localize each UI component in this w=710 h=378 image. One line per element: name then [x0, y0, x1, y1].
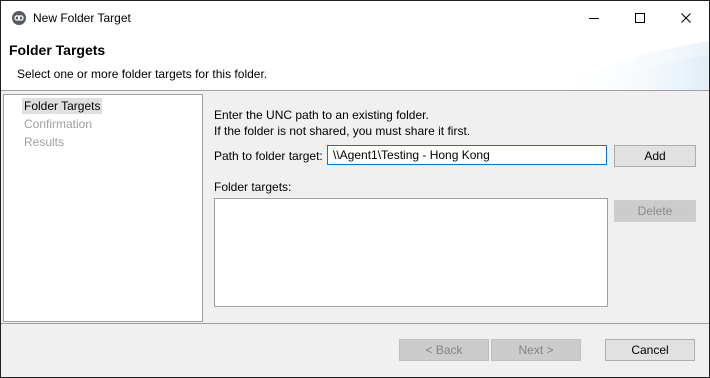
- back-button[interactable]: < Back: [399, 339, 489, 361]
- folder-targets-list[interactable]: [214, 198, 608, 307]
- wizard-steps-nav: Folder Targets Confirmation Results: [3, 94, 203, 322]
- maximize-button[interactable]: [617, 1, 663, 35]
- instruction-line-2: If the folder is not shared, you must sh…: [214, 124, 471, 138]
- window-title: New Folder Target: [33, 11, 131, 25]
- folder-targets-label: Folder targets:: [214, 180, 292, 194]
- wizard-content: Enter the UNC path to an existing folder…: [204, 91, 709, 323]
- nav-item-confirmation: Confirmation: [24, 117, 93, 131]
- dialog-window: New Folder Target Folder Targets Select …: [0, 0, 710, 378]
- banner-decoration: [549, 41, 709, 90]
- nav-item-folder-targets[interactable]: Folder Targets: [22, 98, 103, 114]
- minimize-button[interactable]: [571, 1, 617, 35]
- next-button[interactable]: Next >: [491, 339, 581, 361]
- cancel-button[interactable]: Cancel: [605, 339, 695, 361]
- page-title: Folder Targets: [9, 42, 106, 58]
- path-label: Path to folder target:: [214, 149, 323, 163]
- nav-item-results: Results: [24, 135, 65, 149]
- minimize-icon: [589, 18, 599, 19]
- close-button[interactable]: [663, 1, 709, 35]
- wizard-header: Folder Targets Select one or more folder…: [1, 35, 709, 91]
- footer-divider: [1, 323, 709, 324]
- path-input[interactable]: [327, 145, 607, 165]
- maximize-icon: [635, 13, 645, 23]
- app-icon: [12, 11, 26, 25]
- add-button[interactable]: Add: [614, 145, 696, 167]
- instruction-line-1: Enter the UNC path to an existing folder…: [214, 108, 429, 122]
- title-bar: New Folder Target: [1, 1, 709, 35]
- delete-button[interactable]: Delete: [614, 200, 696, 222]
- page-subtitle: Select one or more folder targets for th…: [17, 67, 268, 81]
- close-icon: [681, 13, 691, 23]
